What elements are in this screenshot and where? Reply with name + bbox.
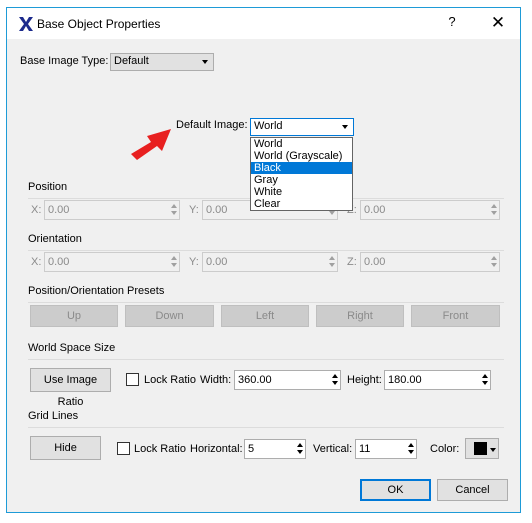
ok-button[interactable]: OK [360,479,431,501]
position-y-label: Y: [189,204,199,216]
default-image-value: World [254,120,283,132]
grid-lock-ratio-checkbox[interactable] [117,442,130,455]
base-image-type-label: Base Image Type: [20,55,109,67]
width-value: 360.00 [238,374,272,386]
spin-down-icon[interactable] [332,381,338,385]
orientation-z-spinbox[interactable]: 0.00 [360,252,500,272]
position-x-label: X: [31,204,42,216]
grid-hide-button[interactable]: Hide [30,436,101,460]
spin-up-icon[interactable] [408,443,414,447]
default-image-select[interactable]: World [250,118,354,136]
spin-down-icon[interactable] [491,211,497,215]
preset-down-button[interactable]: Down [125,305,214,327]
position-z-spinbox[interactable]: 0.00 [360,200,500,220]
dropdown-option-clear[interactable]: Clear [251,198,352,210]
default-image-dropdown-list: World World (Grayscale) Black Gray White… [250,137,353,211]
orientation-z-label: Z: [347,256,357,268]
spin-up-icon[interactable] [491,204,497,208]
position-x-value: 0.00 [48,204,70,216]
preset-left-button[interactable]: Left [221,305,309,327]
color-swatch [474,442,487,455]
spin-down-icon[interactable] [482,381,488,385]
group-divider [28,359,504,360]
width-label: Width: [200,374,232,386]
color-picker-button[interactable] [465,438,499,459]
spin-up-icon[interactable] [171,204,177,208]
spin-down-icon[interactable] [297,450,303,454]
orientation-y-label: Y: [189,256,199,268]
chevron-down-icon [342,125,348,129]
base-image-type-value: Default [114,55,149,67]
orientation-x-label: X: [31,256,42,268]
spin-up-icon[interactable] [297,443,303,447]
spin-down-icon[interactable] [171,263,177,267]
chevron-down-icon [202,60,208,64]
spin-up-icon[interactable] [482,374,488,378]
group-divider [28,427,504,428]
spin-down-icon[interactable] [171,211,177,215]
orientation-z-value: 0.00 [364,256,386,268]
cancel-button[interactable]: Cancel [437,479,508,501]
app-x-logo-icon [19,17,33,31]
dropdown-option-gray[interactable]: Gray [251,174,352,186]
grid-lock-ratio-label: Lock Ratio [134,443,186,455]
title-bar: Base Object Properties ? ✕ [7,8,520,39]
preset-up-button[interactable]: Up [30,305,118,327]
spin-down-icon[interactable] [491,263,497,267]
group-divider [28,302,504,303]
presets-group-title: Position/Orientation Presets [28,285,165,297]
dropdown-option-black[interactable]: Black [251,162,352,174]
orientation-y-value: 0.00 [206,256,228,268]
position-y-value: 0.00 [206,204,228,216]
default-image-label: Default Image: [176,119,248,131]
height-spinbox[interactable]: 180.00 [384,370,491,390]
height-label: Height: [347,374,382,386]
dropdown-option-world[interactable]: World [251,138,352,150]
spin-down-icon[interactable] [329,263,335,267]
close-button[interactable]: ✕ [488,13,508,33]
grid-group-title: Grid Lines [28,410,79,422]
base-image-type-select[interactable]: Default [110,53,214,71]
position-x-spinbox[interactable]: 0.00 [44,200,180,220]
horizontal-label: Horizontal: [190,443,243,455]
spin-down-icon[interactable] [329,211,335,215]
window-title: Base Object Properties [37,17,161,31]
spin-up-icon[interactable] [171,256,177,260]
orientation-y-spinbox[interactable]: 0.00 [202,252,338,272]
spin-up-icon[interactable] [491,256,497,260]
orientation-x-value: 0.00 [48,256,70,268]
spin-down-icon[interactable] [408,450,414,454]
world-lock-ratio-checkbox[interactable] [126,373,139,386]
spin-up-icon[interactable] [329,256,335,260]
orientation-group-title: Orientation [28,233,82,245]
position-group-title: Position [28,181,68,193]
use-image-ratio-button[interactable]: Use Image Ratio [30,368,111,408]
dialog-window: Base Object Properties ? ✕ Base Image Ty… [6,7,521,513]
spin-up-icon[interactable] [332,374,338,378]
vertical-value: 11 [359,443,371,455]
orientation-x-spinbox[interactable]: 0.00 [44,252,180,272]
vertical-spinbox[interactable]: 11 [355,439,417,459]
color-label: Color: [430,443,460,455]
red-arrow-icon [131,129,171,160]
preset-front-button[interactable]: Front [411,305,500,327]
height-value: 180.00 [388,374,422,386]
width-spinbox[interactable]: 360.00 [234,370,341,390]
dropdown-option-white[interactable]: White [251,186,352,198]
preset-right-button[interactable]: Right [316,305,404,327]
group-divider [28,250,504,251]
world-space-group-title: World Space Size [28,342,116,354]
dropdown-option-world-grayscale[interactable]: World (Grayscale) [251,150,352,162]
help-button[interactable]: ? [444,14,460,32]
world-lock-ratio-label: Lock Ratio [144,374,196,386]
chevron-down-icon [490,448,496,452]
vertical-label: Vertical: [313,443,353,455]
horizontal-value: 5 [248,443,255,455]
position-z-value: 0.00 [364,204,386,216]
horizontal-spinbox[interactable]: 5 [244,439,306,459]
